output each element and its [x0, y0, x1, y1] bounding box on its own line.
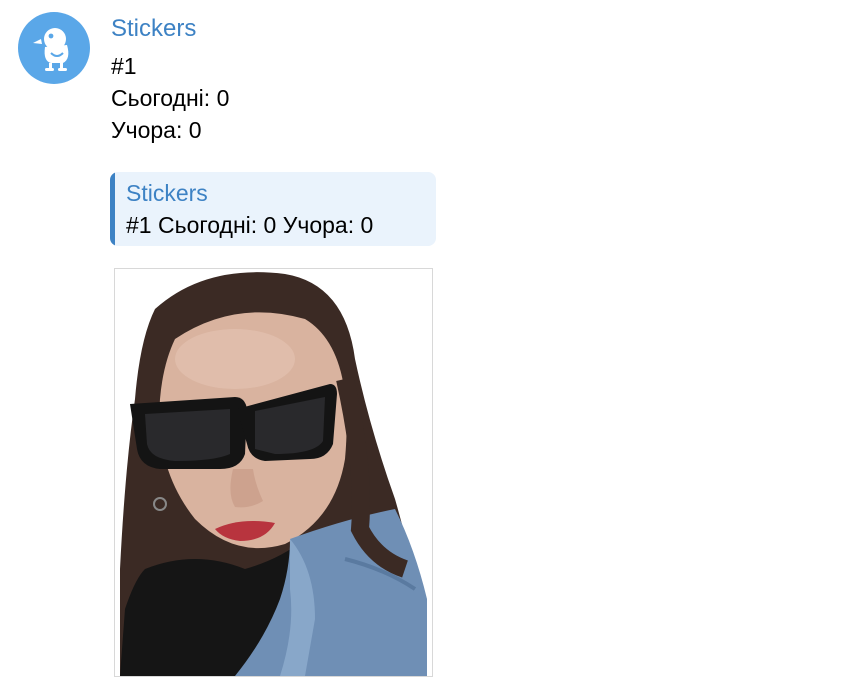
- message-text: #1 Сьогодні: 0 Учора: 0: [111, 50, 229, 146]
- reply-accent-bar: [110, 172, 115, 246]
- message: Stickers #1 Сьогодні: 0 Учора: 0 Sticker…: [0, 0, 858, 700]
- sticker-photo: [115, 269, 432, 676]
- sticker-image[interactable]: [114, 268, 433, 677]
- reply-text: #1 Сьогодні: 0 Учора: 0: [126, 212, 374, 238]
- message-line-yesterday: Учора: 0: [111, 117, 202, 143]
- message-line-number: #1: [111, 53, 137, 79]
- sender-name[interactable]: Stickers: [111, 14, 196, 44]
- duck-bot-icon: [33, 28, 69, 71]
- reply-quote[interactable]: Stickers #1 Сьогодні: 0 Учора: 0: [110, 172, 436, 246]
- message-line-today: Сьогодні: 0: [111, 85, 230, 111]
- avatar[interactable]: [18, 12, 90, 84]
- reply-sender: Stickers: [126, 180, 208, 206]
